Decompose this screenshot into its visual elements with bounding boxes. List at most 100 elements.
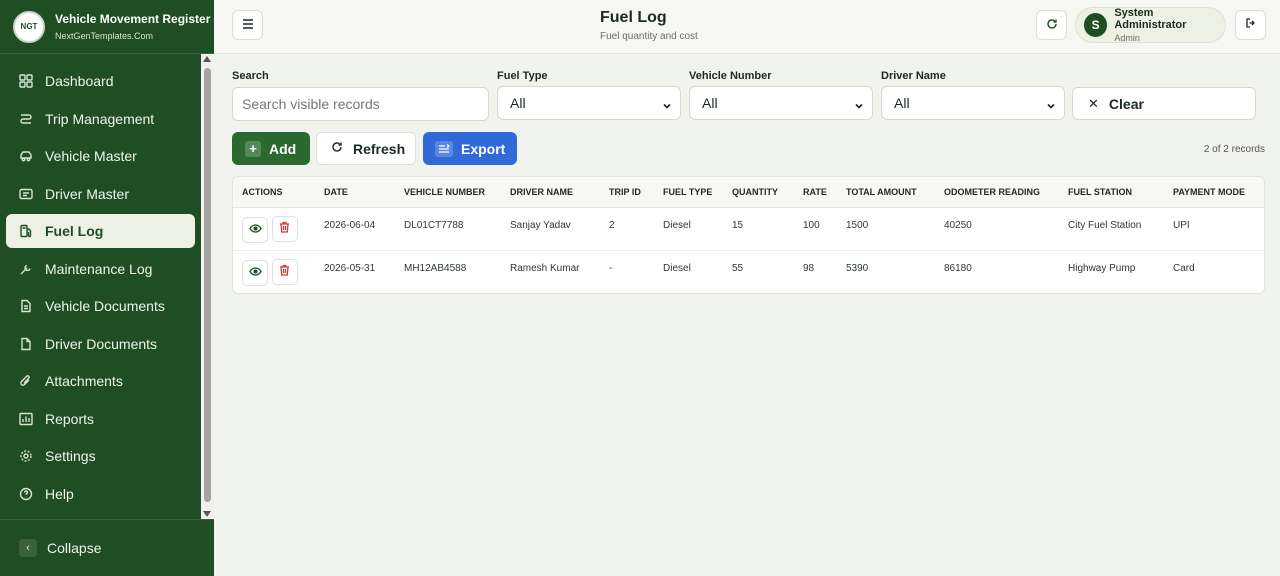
vehicle-number-label: Vehicle Number	[689, 70, 772, 82]
add-button[interactable]: + Add	[232, 132, 310, 165]
refresh-label: Refresh	[353, 140, 406, 157]
sidebar-item-label: Maintenance Log	[45, 260, 153, 277]
delete-button[interactable]	[271, 258, 298, 285]
sidebar-item-dashboard[interactable]: Dashboard	[6, 64, 195, 98]
cell-vehicle-number: MH12AB4588	[404, 262, 467, 274]
add-label: Add	[269, 140, 297, 157]
menu-toggle-button[interactable]	[232, 10, 263, 40]
sidebar-item-reports[interactable]: Reports	[6, 402, 195, 436]
gear-icon	[18, 448, 34, 464]
column-header[interactable]: Driver Name	[501, 177, 600, 208]
row-actions	[233, 207, 315, 251]
sidebar-item-fuel-log[interactable]: Fuel Log	[6, 214, 195, 248]
column-header[interactable]: Fuel Station	[1059, 177, 1164, 208]
hamburger-icon	[242, 16, 254, 34]
eye-icon	[248, 224, 262, 236]
column-header[interactable]: Date	[315, 177, 395, 208]
sidebar-item-settings[interactable]: Settings	[6, 439, 195, 473]
brand-subtitle: NextGenTemplates.Com	[55, 31, 154, 41]
column-header[interactable]: Payment Mode	[1164, 177, 1264, 208]
sidebar-item-label: Driver Documents	[45, 335, 158, 352]
cell-quantity: 15	[723, 207, 794, 251]
sidebar-item-label: Reports	[45, 410, 95, 427]
collapse-label: Collapse	[47, 540, 102, 556]
brand-logo: NGT	[13, 10, 45, 43]
column-header[interactable]: Vehicle Number	[395, 177, 501, 208]
scrollbar-thumb[interactable]	[204, 68, 211, 502]
export-button[interactable]: Export	[423, 132, 517, 165]
eye-icon	[248, 267, 262, 279]
fuel-log-table: Actions Date Vehicle Number Driver Name …	[232, 176, 1265, 294]
car-icon	[18, 148, 34, 164]
sidebar-item-vehicle-master[interactable]: Vehicle Master	[6, 139, 195, 173]
table-header-row: Actions Date Vehicle Number Driver Name …	[233, 177, 1264, 208]
brand: NGT Vehicle Movement Register NextGenTem…	[0, 0, 214, 54]
sidebar: NGT Vehicle Movement Register NextGenTem…	[0, 0, 214, 576]
cell-payment-mode: UPI	[1164, 207, 1264, 251]
table-row: 2026-06-04 DL01CT7788 Sanjay Yadav 2 Die…	[233, 207, 1264, 251]
sidebar-item-driver-master[interactable]: Driver Master	[6, 177, 195, 211]
column-header[interactable]: Odometer Reading	[935, 177, 1059, 208]
cell-total-amount: 5390	[846, 262, 869, 274]
reload-button[interactable]	[1036, 10, 1067, 40]
search-input[interactable]	[232, 87, 489, 121]
collapse-button[interactable]: ‹ Collapse	[0, 519, 214, 576]
sidebar-item-vehicle-documents[interactable]: Vehicle Documents	[6, 289, 195, 323]
logout-icon	[1245, 16, 1257, 34]
delete-button[interactable]	[271, 215, 298, 242]
column-header[interactable]: Quantity	[723, 177, 794, 208]
fuel-type-label: Fuel Type	[497, 70, 548, 82]
dashboard-icon	[18, 73, 34, 89]
view-button[interactable]	[242, 217, 268, 243]
id-card-icon	[18, 186, 34, 202]
vehicle-number-select[interactable]: All	[689, 86, 873, 120]
sidebar-item-attachments[interactable]: Attachments	[6, 364, 195, 398]
column-header[interactable]: Trip ID	[600, 177, 654, 208]
clear-filters-button[interactable]: ✕ Clear	[1072, 87, 1256, 120]
column-header[interactable]: Rate	[794, 177, 837, 208]
route-icon	[18, 111, 34, 127]
paperclip-icon	[18, 373, 34, 389]
file-icon	[18, 336, 34, 352]
chevron-left-icon: ‹	[19, 539, 37, 557]
cell-fuel-station: City Fuel Station	[1059, 207, 1164, 251]
scroll-up-arrow[interactable]	[203, 56, 211, 62]
cell-rate: 98	[803, 262, 815, 274]
sidebar-scrollbar[interactable]	[201, 54, 214, 519]
sidebar-item-trip-management[interactable]: Trip Management	[6, 102, 195, 136]
sidebar-item-label: Fuel Log	[45, 223, 104, 239]
sidebar-item-driver-documents[interactable]: Driver Documents	[6, 327, 195, 361]
fuel-type-select[interactable]: All	[497, 86, 681, 120]
sidebar-item-label: Trip Management	[45, 110, 155, 127]
sidebar-item-label: Dashboard	[45, 73, 114, 89]
bar-chart-icon	[18, 411, 34, 427]
view-button[interactable]	[242, 260, 268, 286]
sidebar-item-label: Settings	[45, 448, 96, 464]
vehicle-number-value: All	[702, 95, 718, 111]
column-header[interactable]: Total Amount	[837, 177, 935, 208]
sidebar-item-maintenance-log[interactable]: Maintenance Log	[6, 252, 195, 286]
user-name: System Administrator	[1114, 7, 1187, 31]
refresh-icon	[331, 141, 343, 156]
user-menu[interactable]: S System Administrator Admin	[1075, 7, 1226, 43]
export-icon	[435, 140, 453, 157]
column-header: Actions	[233, 177, 315, 208]
avatar: S	[1084, 13, 1108, 37]
sidebar-item-help[interactable]: Help	[6, 477, 195, 511]
export-label: Export	[461, 140, 506, 157]
row-actions	[233, 250, 315, 293]
cell-fuel-type: Diesel	[654, 207, 723, 251]
driver-name-select[interactable]: All	[881, 86, 1065, 120]
cell-date: 2026-05-31	[324, 262, 376, 274]
cell-rate: 100	[794, 207, 837, 251]
cell-trip-id: 2	[600, 207, 654, 251]
wrench-icon	[18, 261, 34, 277]
driver-name-label: Driver Name	[881, 70, 946, 82]
trash-icon	[279, 264, 290, 279]
column-header[interactable]: Fuel Type	[654, 177, 723, 208]
scroll-down-arrow[interactable]	[203, 511, 211, 517]
logout-button[interactable]	[1235, 10, 1266, 40]
sidebar-nav: Dashboard Trip Management Vehicle Master…	[6, 64, 195, 514]
search-label: Search	[232, 70, 269, 82]
refresh-button[interactable]: Refresh	[316, 132, 416, 165]
